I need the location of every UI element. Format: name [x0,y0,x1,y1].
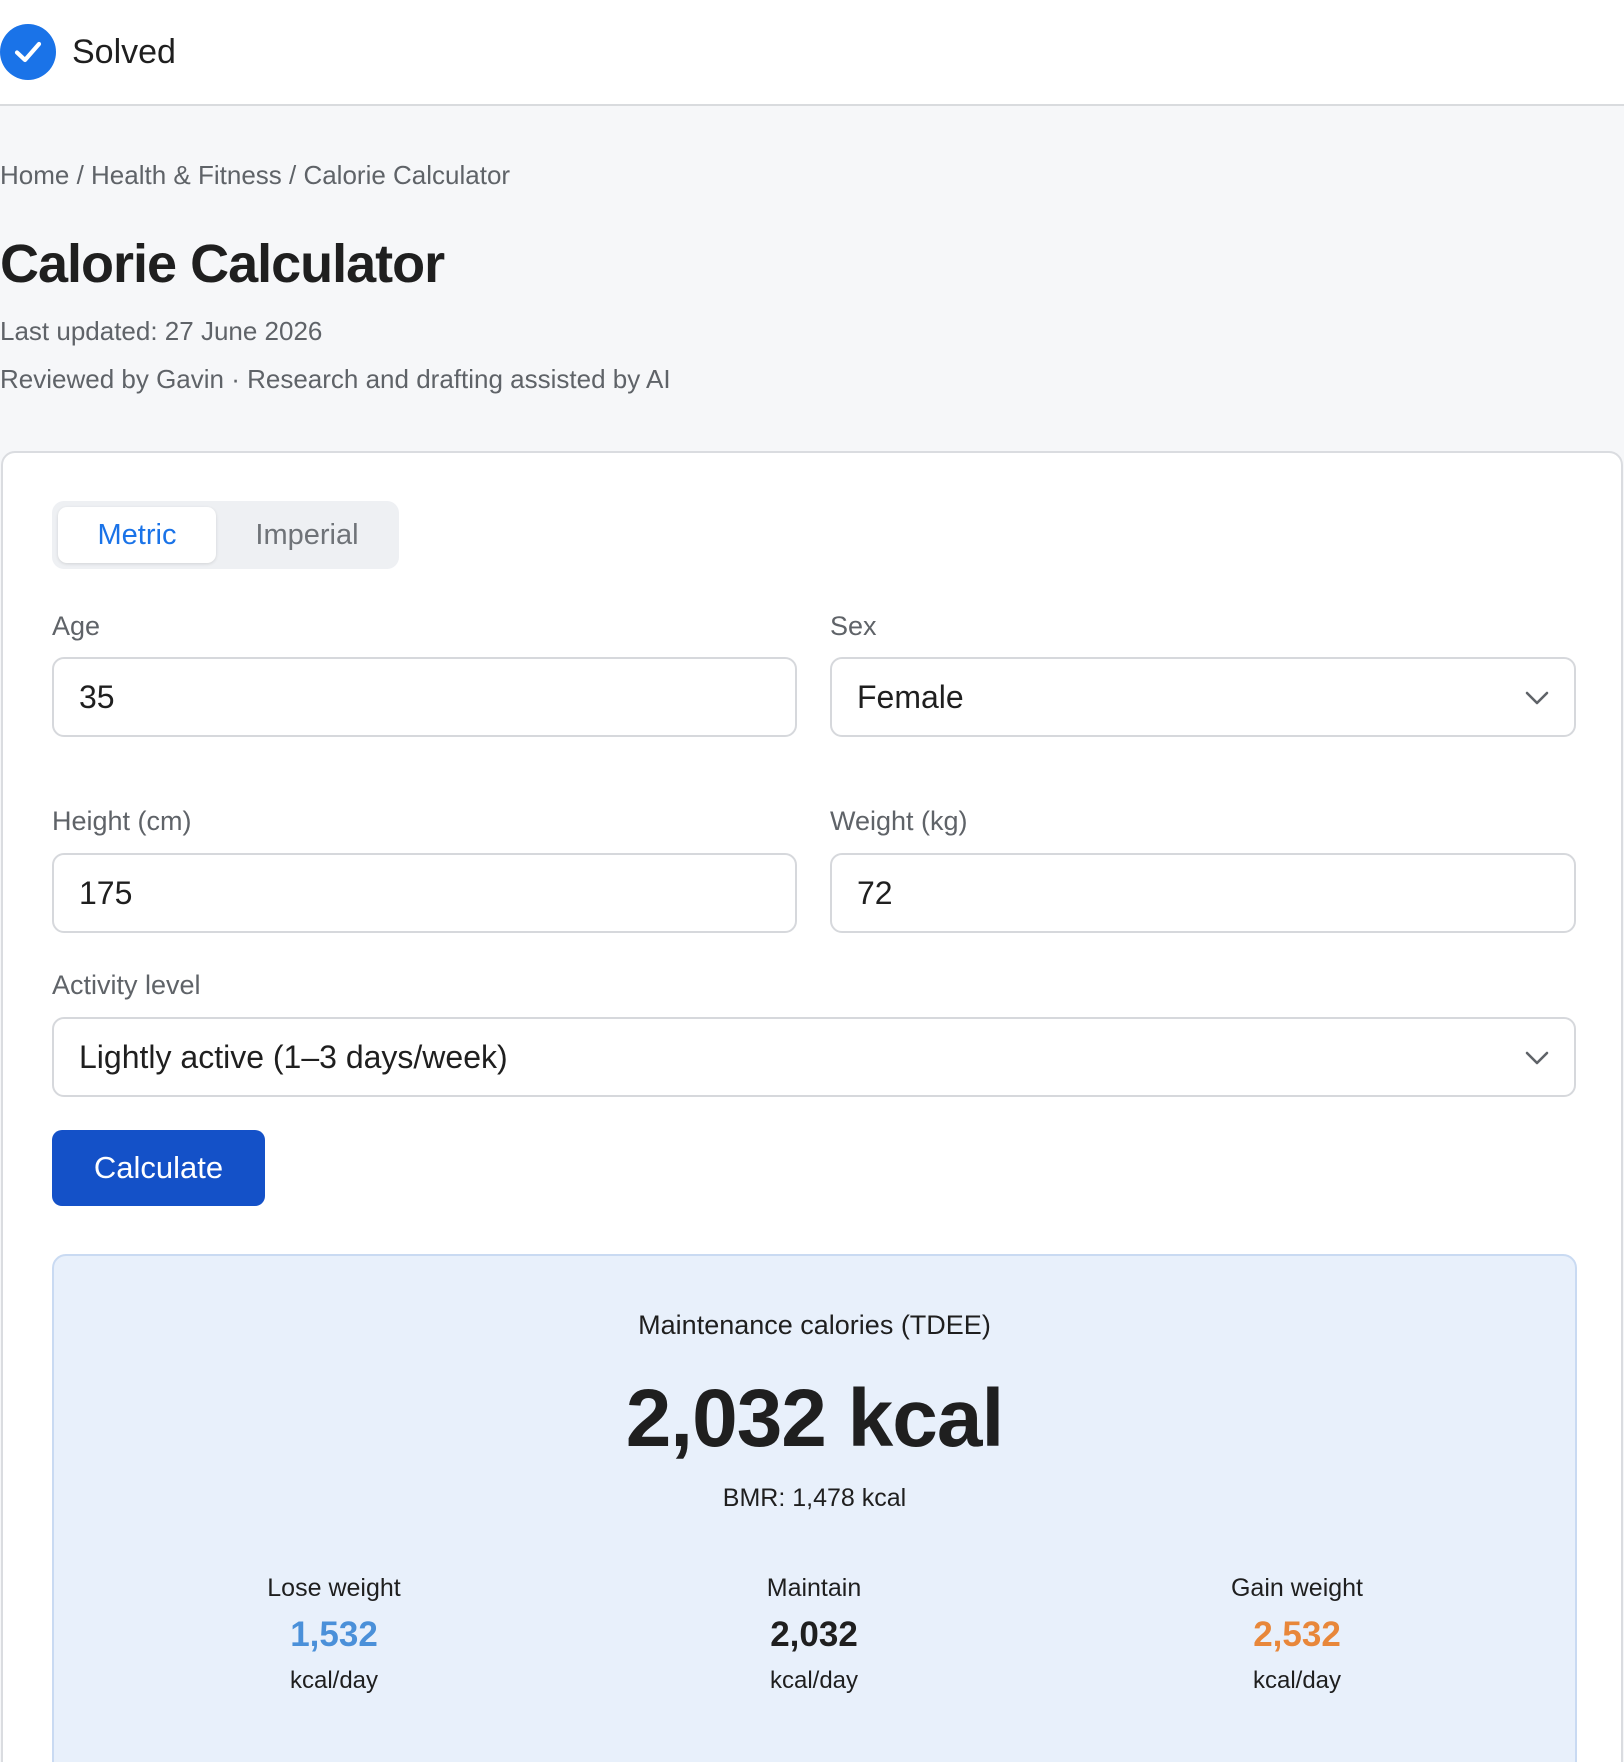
goal-lose-value: 1,532 [290,1615,378,1654]
page-title: Calorie Calculator [0,234,445,294]
goal-maintain: Maintain 2,032 kcal/day [664,1572,964,1696]
tdee-value: 2,032 kcal [625,1373,1005,1464]
goal-lose: Lose weight 1,532 kcal/day [184,1572,484,1696]
age-input[interactable]: 35 [52,657,797,737]
height-label: Height (cm) [52,806,192,836]
height-input[interactable]: 175 [52,853,797,933]
sex-select[interactable]: Female [830,657,1576,737]
goal-gain: Gain weight 2,532 kcal/day [1147,1572,1447,1696]
tdee-label: Maintenance calories (TDEE) [638,1310,991,1340]
metric-tab[interactable]: Metric [58,507,216,563]
last-updated: Last updated: 27 June 2026 [0,316,323,346]
weight-value: 72 [857,875,893,911]
unit-toggle: Metric Imperial [52,501,399,569]
goal-maintain-unit: kcal/day [769,1667,859,1694]
goal-gain-label: Gain weight [1230,1574,1364,1602]
activity-label: Activity level [52,970,201,1000]
weight-input[interactable]: 72 [830,853,1576,933]
top-bar: Solved [0,0,1624,106]
results-panel: Maintenance calories (TDEE) 2,032 kcal B… [52,1254,1577,1762]
age-value: 35 [79,679,115,715]
sex-label: Sex [830,611,877,641]
page: Solved Home / Health & Fitness / Calorie… [0,0,1624,1762]
activity-value: Lightly active (1–3 days/week) [79,1039,508,1075]
goal-gain-unit: kcal/day [1252,1667,1342,1694]
age-label: Age [52,611,101,641]
activity-select[interactable]: Lightly active (1–3 days/week) [52,1017,1576,1097]
breadcrumb[interactable]: Home / Health & Fitness / Calorie Calcul… [0,159,510,191]
sex-value: Female [857,679,964,715]
goal-gain-value: 2,532 [1253,1615,1341,1654]
check-circle-icon [0,24,56,80]
goal-lose-unit: kcal/day [289,1667,379,1694]
chevron-down-icon [1522,1043,1552,1073]
goal-maintain-label: Maintain [766,1574,862,1602]
calculate-button[interactable]: Calculate [52,1130,265,1206]
calculator-card: Metric Imperial Age 35 Sex Female Height… [1,451,1623,1762]
solved-status-label: Solved [72,33,176,71]
height-value: 175 [79,875,133,911]
imperial-tab[interactable]: Imperial [222,507,392,563]
goal-maintain-value: 2,032 [770,1615,858,1654]
bmr-value: BMR: 1,478 kcal [722,1484,907,1512]
weight-label: Weight (kg) [830,806,968,836]
reviewed-by: Reviewed by Gavin · Research and draftin… [0,364,671,394]
goal-lose-label: Lose weight [267,1574,401,1602]
chevron-down-icon [1522,683,1552,713]
